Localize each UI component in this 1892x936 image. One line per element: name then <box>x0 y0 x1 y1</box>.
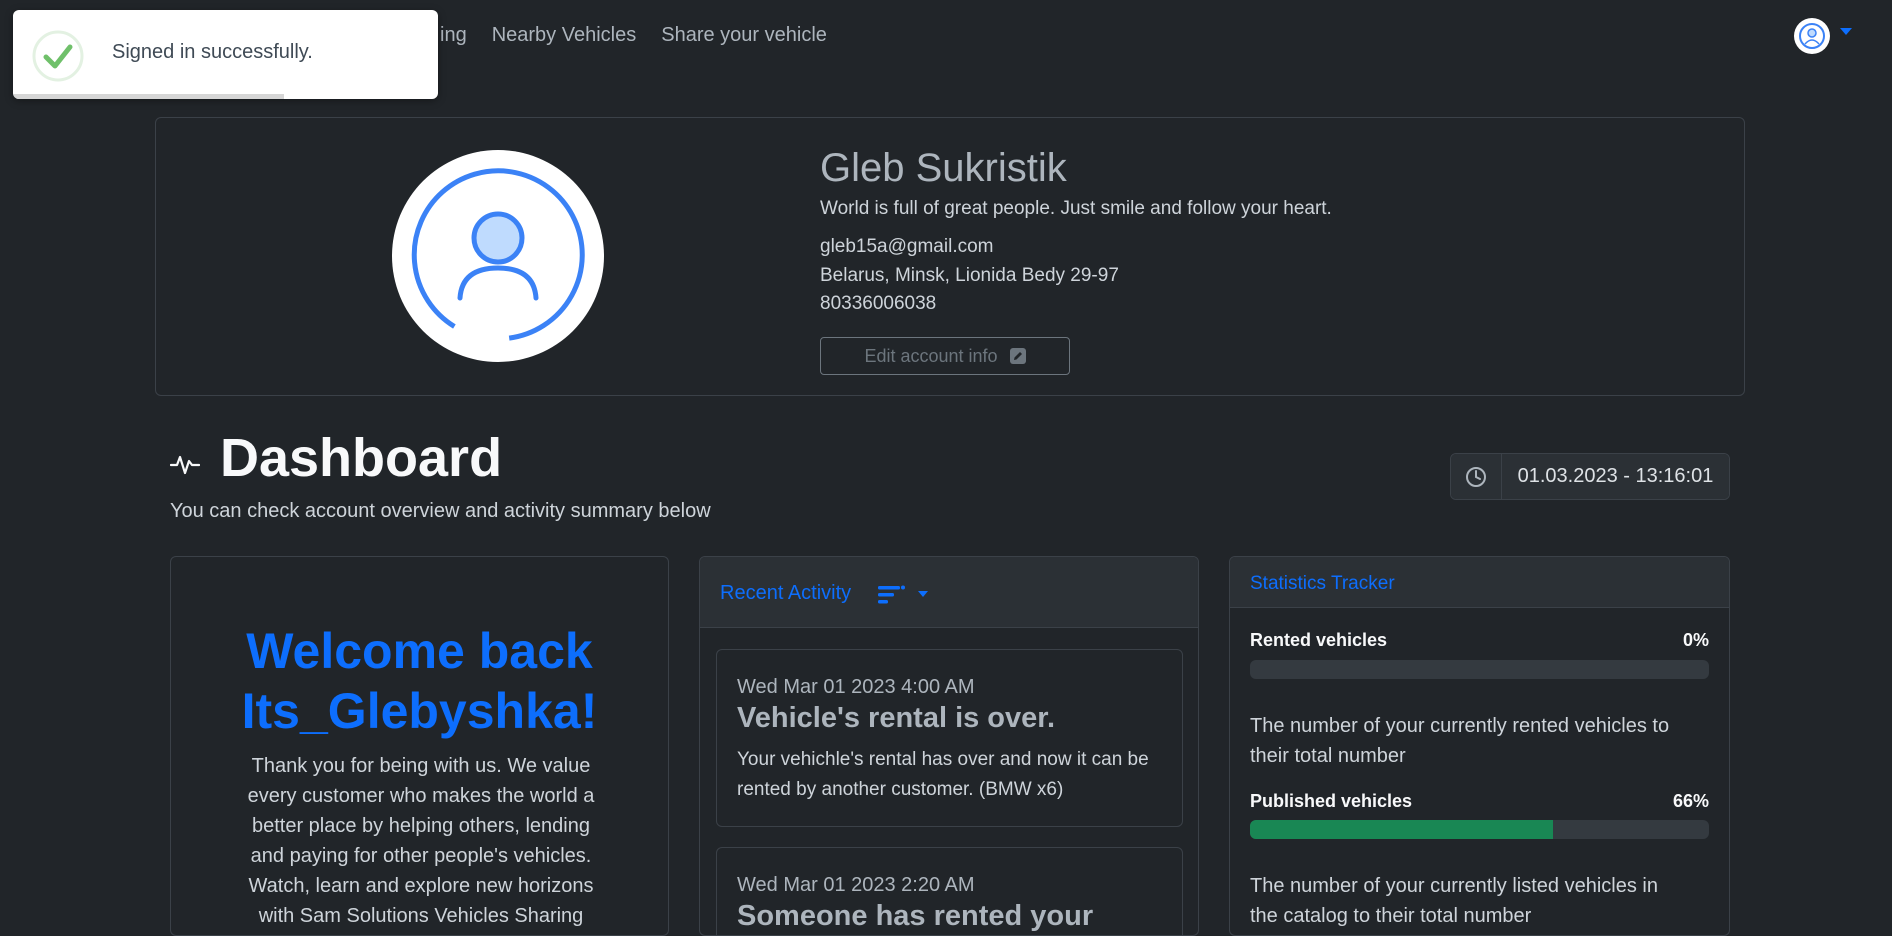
profile-name: Gleb Sukristik <box>820 146 1067 190</box>
profile-email: gleb15a@gmail.com <box>820 236 994 257</box>
datetime-value: 01.03.2023 - 13:16:01 <box>1502 454 1729 499</box>
datetime-display: 01.03.2023 - 13:16:01 <box>1450 453 1730 500</box>
sort-lines-icon[interactable] <box>878 584 906 606</box>
statistics-title: Statistics Tracker <box>1250 573 1395 594</box>
stat-label-published: Published vehicles <box>1250 791 1413 811</box>
progress-bar-published <box>1250 820 1709 839</box>
clock-icon <box>1451 454 1502 499</box>
stat-percent-rented: 0% <box>1682 630 1709 650</box>
welcome-text: Thank you for being with us. We value ev… <box>247 755 595 927</box>
welcome-title-line2: Its_Glebyshka! <box>241 683 598 739</box>
toast-message: Signed in successfully. <box>112 41 313 63</box>
profile-avatar <box>392 150 604 362</box>
user-menu-caret-icon[interactable] <box>1840 28 1852 35</box>
edit-account-label: Edit account info <box>864 345 998 366</box>
progress-bar-rented <box>1250 660 1709 679</box>
page-title: Dashboard <box>220 428 503 488</box>
edit-account-button[interactable]: Edit account info <box>820 337 1070 375</box>
nav-link-partial[interactable]: ing <box>440 24 467 47</box>
recent-activity-card: Recent Activity Wed Mar 01 2023 4:00 AM … <box>699 556 1199 936</box>
activity-date: Wed Mar 01 2023 2:20 AM <box>737 874 975 896</box>
user-icon <box>1799 23 1825 49</box>
activity-item[interactable]: Wed Mar 01 2023 2:20 AM Someone has rent… <box>716 847 1183 935</box>
nav-link-nearby-vehicles[interactable]: Nearby Vehicles <box>492 24 637 47</box>
activity-item-title: Vehicle's rental is over. <box>737 702 1056 734</box>
activity-item[interactable]: Wed Mar 01 2023 4:00 AM Vehicle's rental… <box>716 649 1183 827</box>
profile-phone: 80336006038 <box>820 293 937 314</box>
activity-pulse-icon <box>170 455 200 475</box>
welcome-title: Welcome back Its_Glebyshka! <box>171 621 668 741</box>
stat-label-rented: Rented vehicles <box>1250 630 1388 650</box>
profile-address: Belarus, Minsk, Lionida Bedy 29-97 <box>820 265 1119 286</box>
statistics-header: Statistics Tracker <box>1230 557 1729 608</box>
stat-percent-published: 66% <box>1672 791 1709 811</box>
welcome-title-line1: Welcome back <box>246 623 593 679</box>
stat-desc-published: The number of your currently listed vehi… <box>1250 875 1658 927</box>
activity-date: Wed Mar 01 2023 4:00 AM <box>737 676 975 698</box>
pencil-square-icon <box>1009 348 1026 364</box>
profile-card: Gleb Sukristik World is full of great pe… <box>155 117 1745 396</box>
welcome-card: Welcome back Its_Glebyshka! Thank you fo… <box>170 556 669 936</box>
progress-fill-published <box>1250 820 1553 839</box>
activity-header: Recent Activity <box>700 557 1198 628</box>
nav-links: ing Nearby Vehicles Share your vehicle <box>440 24 827 47</box>
activity-item-text: Your vehichle's rental has over and now … <box>737 749 1149 800</box>
profile-bio: World is full of great people. Just smil… <box>820 198 1332 219</box>
user-avatar-icon <box>411 168 585 341</box>
signin-toast[interactable]: Signed in successfully. <box>13 10 438 99</box>
activity-title: Recent Activity <box>720 582 852 604</box>
nav-link-share-vehicle[interactable]: Share your vehicle <box>661 24 827 47</box>
user-avatar-button[interactable] <box>1794 18 1830 54</box>
statistics-card: Statistics Tracker Rented vehicles 0% Th… <box>1229 556 1730 936</box>
stat-desc-rented: The number of your currently rented vehi… <box>1250 715 1670 767</box>
toast-progress-bar <box>13 94 284 99</box>
check-circle-icon <box>32 30 84 82</box>
sort-caret-icon[interactable] <box>918 591 928 597</box>
page-subtitle: You can check account overview and activ… <box>170 500 711 522</box>
